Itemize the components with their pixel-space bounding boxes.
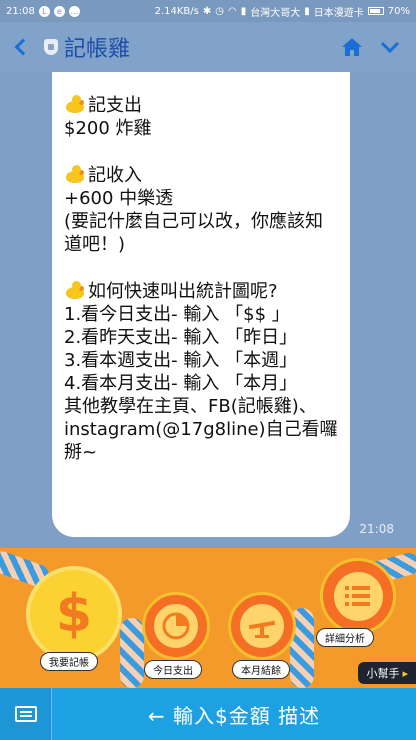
duck-emoji-icon [64, 281, 86, 299]
message-icon: … [68, 5, 80, 17]
official-badge-icon [44, 39, 58, 55]
today-expense-button[interactable] [142, 592, 210, 660]
chat-header: 記帳雞 [0, 22, 416, 72]
message-section: 如何快速叫出統計圖呢? 1.看今日支出- 輸入 「$$ 」 2.看昨天支出- 輸… [64, 281, 338, 463]
network-speed: 2.14KB/s [154, 5, 199, 17]
back-button[interactable] [0, 22, 40, 72]
bluetooth-icon: ✱ [202, 5, 212, 17]
carrier-2: 日本漫遊卡 [313, 7, 364, 19]
menu-label-today: 今日支出 [144, 660, 202, 679]
menu-label-analysis: 詳細分析 [316, 628, 374, 647]
chat-area[interactable]: 記支出 $200 炸雞 記收入 +600 中樂透 (要記什麼自己可以改，你應該知… [0, 72, 416, 548]
chevron-down-icon[interactable] [378, 36, 402, 58]
help-tab[interactable]: 小幫手 ▸ [358, 662, 416, 684]
detailed-analysis-button[interactable] [320, 558, 396, 634]
message-bubble: 記支出 $200 炸雞 記收入 +600 中樂透 (要記什麼自己可以改，你應該知… [52, 72, 350, 537]
caret-right-icon: ▸ [402, 667, 408, 680]
keyboard-button[interactable] [0, 688, 52, 740]
signal-icon-2: ▮ [304, 5, 310, 17]
line-icon: L [38, 5, 50, 17]
list-icon [333, 571, 383, 621]
monthly-balance-button[interactable] [228, 592, 296, 660]
alarm-icon: ◷ [215, 5, 224, 17]
app-icon: e [53, 5, 65, 17]
status-bar: 21:08 L e … 2.14KB/s ✱ ◷ ◠ ▮ 台灣大哥大 ▮ 日本漫… [0, 0, 416, 22]
battery-icon [367, 7, 384, 15]
battery-level: 70% [387, 5, 410, 17]
record-expense-button[interactable]: $ [26, 566, 122, 662]
carrier-1: 台灣大哥大 [250, 7, 301, 19]
scale-icon [240, 604, 284, 648]
duck-emoji-icon [64, 95, 86, 113]
home-icon[interactable] [340, 36, 364, 58]
rich-menu: $ 我要記帳 今日支出 本月結餘 詳細分析 小幫手 ▸ [0, 548, 416, 688]
status-time: 21:08 [6, 5, 35, 17]
message-time: 21:08 [359, 522, 394, 536]
keyboard-icon [14, 706, 37, 722]
dollar-icon: $ [55, 584, 93, 644]
message-section: 記收入 +600 中樂透 (要記什麼自己可以改，你應該知道吧！) [64, 165, 324, 255]
duck-emoji-icon [64, 165, 86, 183]
decor-tube [120, 618, 144, 688]
signal-icon: ▮ [240, 5, 247, 17]
rich-menu-toggle[interactable]: ← 輸入$金額 描述 [52, 700, 416, 729]
message-section: 記支出 $200 炸雞 [64, 95, 152, 139]
bottom-bar: ← 輸入$金額 描述 [0, 688, 416, 740]
chevron-left-icon [14, 38, 32, 56]
chat-title: 記帳雞 [64, 37, 131, 62]
menu-label-month: 本月結餘 [232, 660, 290, 679]
wifi-icon: ◠ [228, 5, 237, 17]
pie-chart-icon [154, 604, 198, 648]
menu-label-record: 我要記帳 [40, 652, 98, 671]
